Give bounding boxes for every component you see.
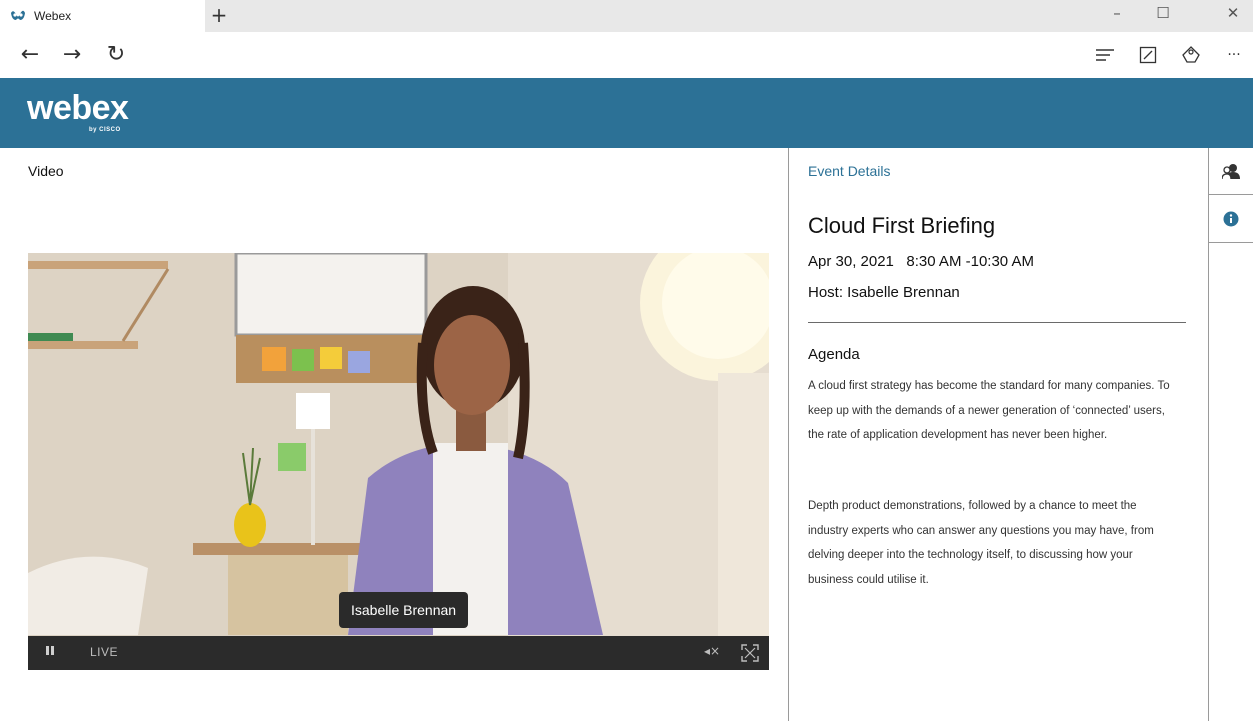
browser-tab-webex[interactable]: Webex [0,0,205,32]
browser-tab-bar: Webex + – ☐ ✕ [0,0,1253,32]
refresh-button[interactable]: ↻ [102,42,130,68]
webex-header: webex by CISCO [0,78,1253,148]
video-player[interactable]: Isabelle Brennan LIVE ◂× [28,253,769,670]
event-host: Host: Isabelle Brennan [808,284,960,301]
logo-subtext: by CISCO [89,127,121,133]
agenda-paragraph-2: Depth product demonstrations, followed b… [808,500,1154,586]
participants-icon [1222,164,1240,179]
info-icon [1223,211,1239,227]
webex-logo[interactable]: webex by CISCO [27,89,129,133]
pause-icon[interactable] [46,646,56,660]
speaker-name-tooltip: Isabelle Brennan [339,592,469,628]
fullscreen-icon[interactable] [740,643,760,663]
new-tab-button[interactable]: + [207,3,231,27]
agenda-heading: Agenda [808,346,860,363]
notes-icon[interactable] [1134,42,1162,68]
live-status: LIVE [90,645,119,659]
back-button[interactable]: ← [16,42,44,68]
more-icon[interactable]: ··· [1220,42,1248,68]
details-divider [808,322,1186,323]
reading-list-icon[interactable] [1091,42,1119,68]
browser-nav-bar: ← → ↻ ··· [0,32,1253,78]
tab-event-details[interactable]: Event Details [808,163,890,179]
event-date-time: Apr 30, 2021 8:30 AM -10:30 AM [808,253,1034,270]
share-icon[interactable] [1177,42,1205,68]
forward-button[interactable]: → [58,42,86,68]
panel-divider [788,148,789,721]
video-section-label: Video [28,163,64,179]
logo-wordmark: webex [27,89,129,127]
participants-button[interactable] [1209,148,1253,195]
minimize-button[interactable]: – [1097,4,1137,26]
webex-favicon-icon [11,10,25,20]
close-button[interactable]: ✕ [1213,4,1253,26]
video-controls-bar: LIVE ◂× [28,636,769,670]
info-button[interactable] [1209,196,1253,243]
tab-title: Webex [34,9,72,23]
agenda-paragraph-1: A cloud first strategy has become the st… [808,380,1170,441]
maximize-button[interactable]: ☐ [1143,4,1183,26]
event-title: Cloud First Briefing [808,213,996,238]
mute-icon[interactable]: ◂× [704,644,724,662]
